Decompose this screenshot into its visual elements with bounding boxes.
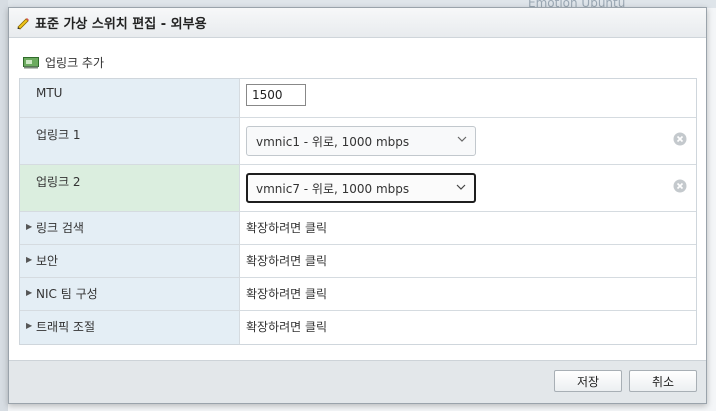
- expand-triangle-icon[interactable]: ▶: [26, 321, 32, 330]
- link-discovery-expand-text[interactable]: 확장하려면 클릭: [246, 219, 327, 236]
- link-discovery-label: 링크 검색: [36, 221, 84, 235]
- security-expand-text[interactable]: 확장하려면 클릭: [246, 252, 327, 269]
- row-value-cell: 확장하려면 클릭: [240, 245, 696, 277]
- row-nic-teaming[interactable]: ▶ NIC 팀 구성 확장하려면 클릭: [20, 278, 696, 311]
- uplink-2-label: 업링크 2: [36, 175, 81, 189]
- row-label-cell: ▶ 보안: [20, 245, 240, 277]
- uplink-1-select[interactable]: vmnic1 - 위로, 1000 mbps: [246, 126, 476, 156]
- row-link-discovery[interactable]: ▶ 링크 검색 확장하려면 클릭: [20, 212, 696, 245]
- dialog-title: 표준 가상 스위치 편집 - 외부용: [35, 17, 207, 32]
- row-label-cell: 업링크 2: [20, 165, 240, 211]
- row-uplink-1: 업링크 1 vmnic1 - 위로, 1000 mbps: [20, 118, 696, 165]
- expand-triangle-icon[interactable]: ▶: [26, 288, 32, 297]
- add-uplink-label: 업링크 추가: [45, 56, 105, 70]
- row-value-cell: vmnic1 - 위로, 1000 mbps: [240, 118, 696, 164]
- dialog-title-bar: 표준 가상 스위치 편집 - 외부용: [9, 8, 706, 38]
- row-mtu: MTU: [20, 79, 696, 118]
- expand-triangle-icon[interactable]: ▶: [26, 255, 32, 264]
- settings-grid: MTU 업링크 1 vmnic1 - 위로, 1000 mbps: [19, 78, 697, 345]
- nic-teaming-expand-text[interactable]: 확장하려면 클릭: [246, 285, 327, 302]
- row-value-cell: vmnic7 - 위로, 1000 mbps: [240, 165, 696, 211]
- mtu-label: MTU: [36, 86, 63, 100]
- row-label-cell: ▶ 트래픽 조절: [20, 311, 240, 344]
- cancel-button[interactable]: 취소: [629, 370, 697, 392]
- row-uplink-2: 업링크 2 vmnic7 - 위로, 1000 mbps: [20, 165, 696, 212]
- row-value-cell: 확장하려면 클릭: [240, 212, 696, 244]
- row-label-cell: ▶ 링크 검색: [20, 212, 240, 244]
- security-label: 보안: [36, 254, 59, 268]
- traffic-shaping-label: 트래픽 조절: [36, 320, 96, 334]
- edit-switch-dialog: 표준 가상 스위치 편집 - 외부용 업링크 추가 MTU 업링크 1: [8, 7, 707, 404]
- dialog-footer: 저장 취소: [9, 360, 706, 403]
- background-sidebar: [0, 0, 8, 411]
- row-label-cell: ▶ NIC 팀 구성: [20, 278, 240, 310]
- row-value-cell: [240, 79, 696, 117]
- add-uplink-link[interactable]: 업링크 추가: [23, 54, 104, 71]
- traffic-shaping-expand-text[interactable]: 확장하려면 클릭: [246, 318, 327, 335]
- expand-triangle-icon[interactable]: ▶: [26, 222, 32, 231]
- remove-uplink-2-icon[interactable]: [673, 179, 687, 193]
- row-security[interactable]: ▶ 보안 확장하려면 클릭: [20, 245, 696, 278]
- uplink-2-selected-value: vmnic7 - 위로, 1000 mbps: [256, 181, 410, 196]
- pencil-icon: [17, 17, 29, 30]
- row-value-cell: 확장하려면 클릭: [240, 278, 696, 310]
- row-value-cell: 확장하려면 클릭: [240, 311, 696, 344]
- chevron-down-icon: [457, 136, 467, 142]
- uplink-2-select[interactable]: vmnic7 - 위로, 1000 mbps: [246, 173, 476, 203]
- chevron-down-icon: [456, 184, 466, 190]
- nic-icon: [23, 56, 39, 68]
- row-label-cell: 업링크 1: [20, 118, 240, 164]
- uplink-1-selected-value: vmnic1 - 위로, 1000 mbps: [256, 134, 410, 149]
- remove-uplink-1-icon[interactable]: [673, 132, 687, 146]
- row-label-cell: MTU: [20, 79, 240, 117]
- row-traffic-shaping[interactable]: ▶ 트래픽 조절 확장하려면 클릭: [20, 311, 696, 344]
- mtu-input[interactable]: [246, 84, 306, 106]
- uplink-1-label: 업링크 1: [36, 128, 81, 142]
- save-button[interactable]: 저장: [554, 370, 622, 392]
- nic-teaming-label: NIC 팀 구성: [36, 287, 98, 301]
